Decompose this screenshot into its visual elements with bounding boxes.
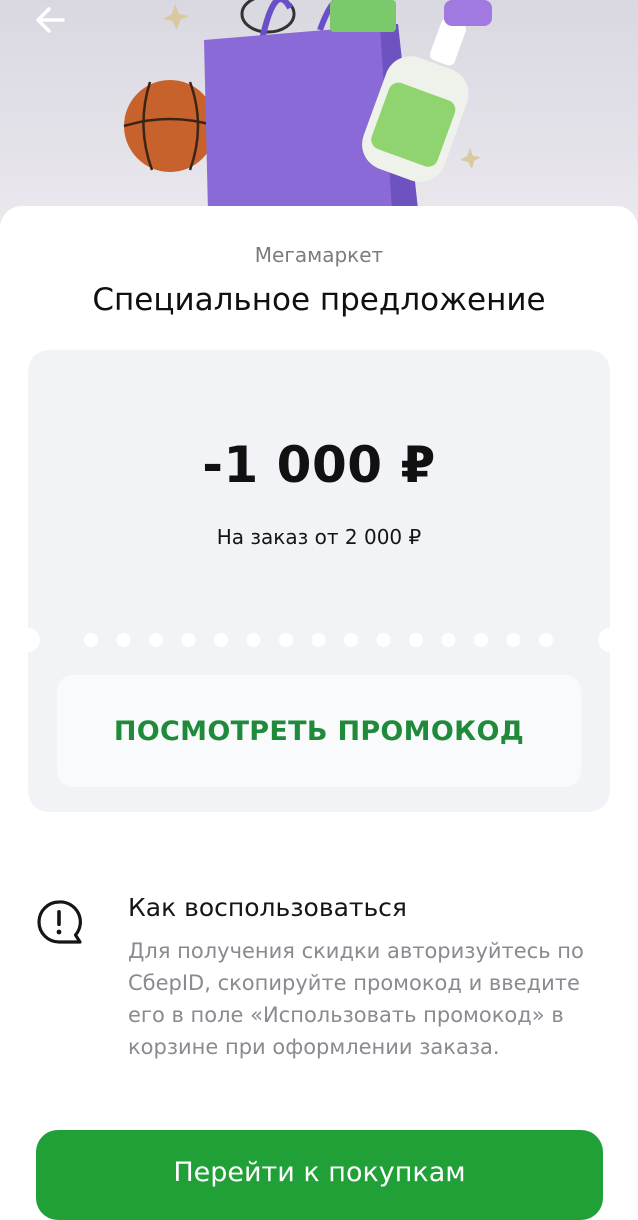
back-button[interactable] <box>28 0 72 40</box>
coupon-card: -1 000 ₽ На заказ от 2 000 ₽ ПОСМОТРЕТЬ … <box>28 350 610 812</box>
hero-illustration <box>0 0 638 240</box>
show-promocode-button[interactable]: ПОСМОТРЕТЬ ПРОМОКОД <box>57 675 581 787</box>
howto-description: Для получения скидки авторизуйтесь по Сб… <box>128 939 584 1059</box>
sparkle-icon <box>163 4 189 30</box>
basketball-icon <box>123 80 217 172</box>
discount-condition: На заказ от 2 000 ₽ <box>216 525 422 549</box>
go-to-shopping-button[interactable]: Перейти к покупкам <box>36 1130 603 1220</box>
howto-title: Как воспользоваться <box>128 893 407 922</box>
offer-title: Специальное предложение <box>92 282 546 318</box>
perforation-dots <box>84 633 553 647</box>
brand-name: Мегамаркет <box>254 243 384 267</box>
sparkle-icon <box>460 148 481 169</box>
discount-amount: -1 000 ₽ <box>202 436 436 494</box>
shopping-illustration <box>123 0 492 212</box>
arrow-left-icon <box>36 7 65 33</box>
exclamation-speech-bubble-icon <box>37 900 82 944</box>
